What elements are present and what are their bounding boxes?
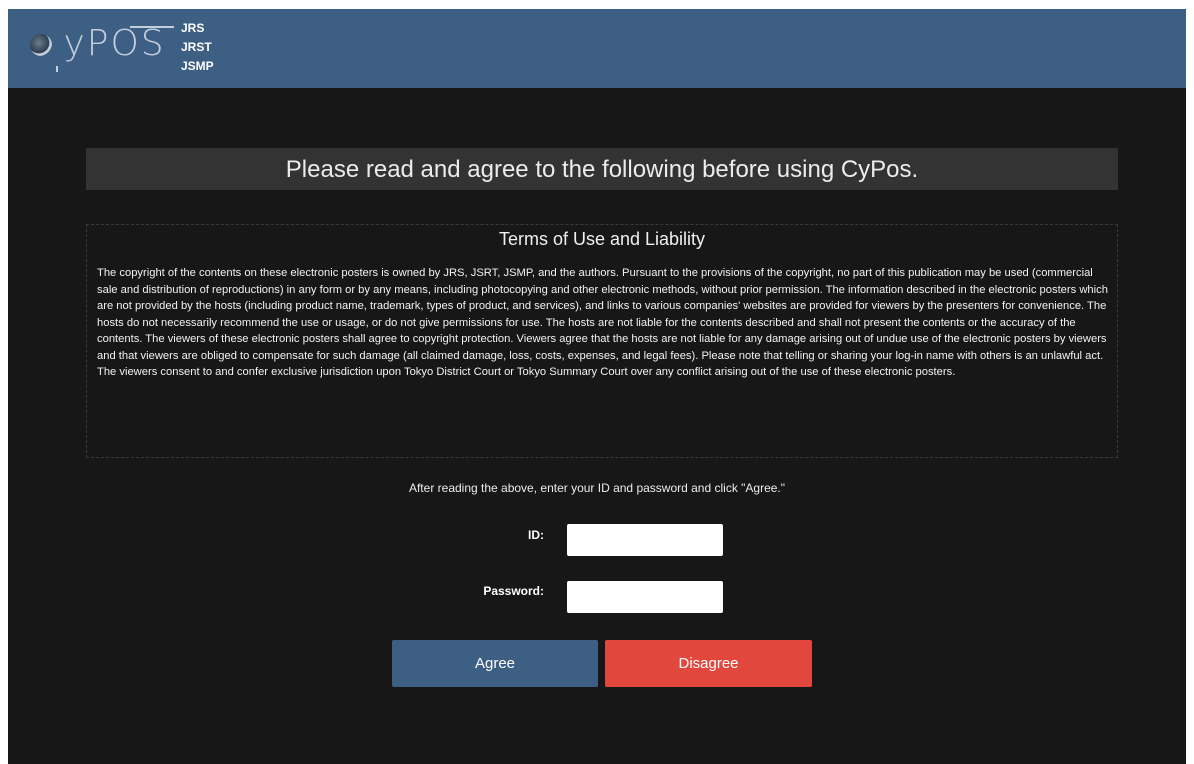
org-jsmp: JSMP <box>181 59 214 73</box>
org-jrst: JRST <box>181 40 212 54</box>
password-input[interactable] <box>567 581 723 613</box>
cypos-logo: yPOS <box>30 22 176 72</box>
notice-banner: Please read and agree to the following b… <box>86 148 1118 190</box>
id-label: ID: <box>528 528 544 542</box>
disagree-button[interactable]: Disagree <box>605 640 812 687</box>
logo-text: yPOS <box>50 23 166 64</box>
terms-box: Terms of Use and Liability The copyright… <box>86 224 1118 458</box>
logo-decoration <box>56 66 58 72</box>
app-frame: yPOS JRS JRST JSMP Please read and agree… <box>8 9 1186 764</box>
password-label: Password: <box>483 584 544 598</box>
org-jrs: JRS <box>181 21 205 35</box>
agree-button[interactable]: Agree <box>392 640 598 687</box>
instruction-text: After reading the above, enter your ID a… <box>408 481 786 495</box>
terms-body: The copyright of the contents on these e… <box>97 267 1108 378</box>
terms-title: Terms of Use and Liability <box>498 229 706 249</box>
logo-decoration <box>130 26 174 28</box>
org-list: JRS JRST JSMP <box>181 19 214 76</box>
lens-icon <box>30 34 52 56</box>
id-input[interactable] <box>567 524 723 556</box>
header-bar: yPOS JRS JRST JSMP <box>8 9 1186 88</box>
